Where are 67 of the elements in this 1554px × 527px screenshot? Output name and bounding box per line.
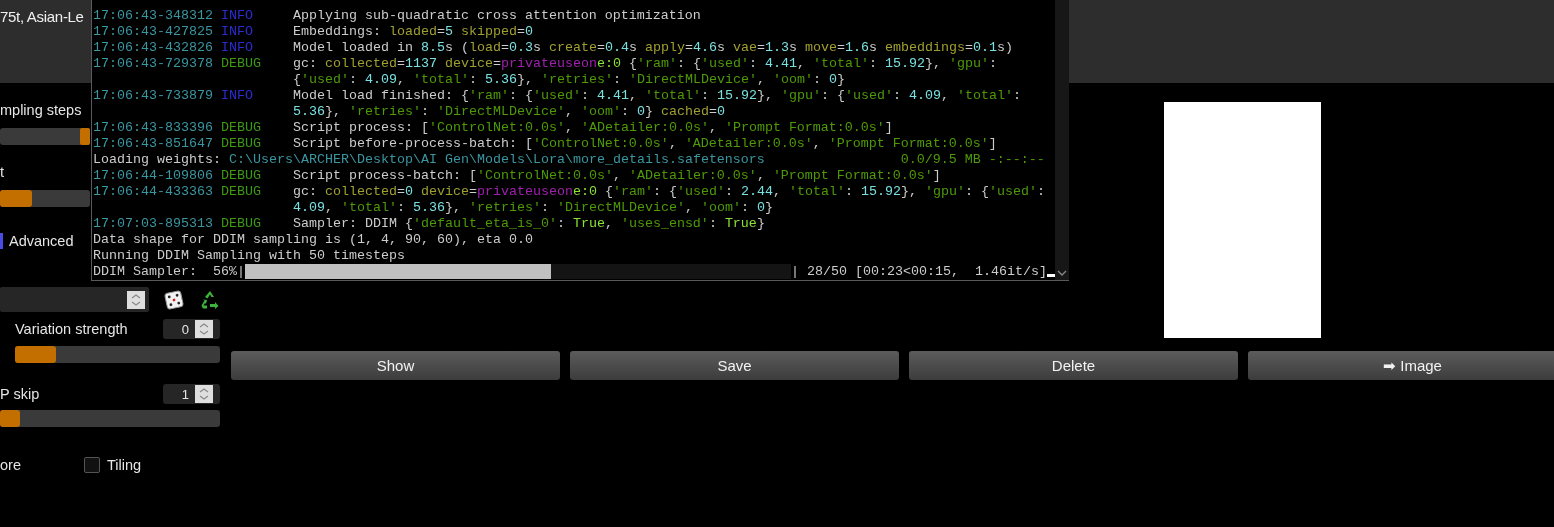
- log-timestamp: 17:06:43-733879: [93, 88, 214, 104]
- progress-label: DDIM Sampler: 56%|: [93, 264, 245, 279]
- slider-thumb[interactable]: [80, 128, 90, 145]
- chevron-down-icon[interactable]: [1057, 270, 1067, 277]
- slider-track[interactable]: [0, 410, 220, 427]
- log-timestamp: 17:06:43-432826: [93, 40, 214, 56]
- log-level: INFO: [220, 24, 254, 40]
- log-level: DEBUG: [220, 56, 262, 72]
- log-message: Embeddings: loaded=5 skipped=0: [292, 24, 533, 39]
- slider-track[interactable]: [0, 128, 90, 145]
- seed-field[interactable]: [0, 287, 149, 312]
- gallery-button[interactable]: ➡ Image: [1248, 351, 1554, 380]
- log-timestamp: 17:06:43-833396: [93, 120, 214, 136]
- spinner-icon[interactable]: [127, 290, 145, 309]
- dice-icon[interactable]: [164, 289, 184, 310]
- log-level: DEBUG: [220, 120, 262, 136]
- log-message: Running DDIM Sampling with 50 timesteps: [93, 248, 405, 263]
- log-message: 5.36}, 'retries': 'DirectMLDevice', 'oom': 0} cached=0: [292, 104, 725, 119]
- checkbox-label: ore: [0, 456, 21, 474]
- number-field[interactable]: 0: [163, 319, 220, 339]
- gallery-button[interactable]: Show: [231, 351, 560, 380]
- log-message: gc: collected=1137 device=privateuseone:0 {'ram': {'used': 4.41, 'total': 15.92}, 'gpu':: [292, 56, 997, 71]
- log-message: gc: collected=0 device=privateuseone:0 {'ram': {'used': 2.44, 'total': 15.92}, 'gpu': {'used':: [292, 184, 1045, 199]
- log-message: Data shape for DDIM sampling is (1, 4, 90, 60), eta 0.0: [93, 232, 533, 247]
- slider-track[interactable]: [0, 190, 90, 207]
- log-message: Applying sub-quadratic cross attention optimization: [292, 8, 701, 23]
- log-level: INFO: [220, 8, 254, 24]
- progress-stats: | 28/50 [00:23<00:15, 1.46it/s]: [790, 264, 1047, 279]
- log-status: 0.0/9.5 MB -:--:--: [900, 152, 1045, 168]
- log-timestamp: 17:07:03-895313: [93, 216, 214, 232]
- log-timestamp: 17:06:44-109806: [93, 168, 214, 184]
- setting-label: mpling steps: [0, 101, 82, 119]
- checkbox[interactable]: [83, 457, 100, 473]
- checkbox-label: Tiling: [106, 456, 142, 474]
- log-timestamp: 17:06:43-348312: [93, 8, 214, 24]
- log-message: {'used': 4.09, 'total': 5.36}, 'retries': 'DirectMLDevice', 'oom': 0}: [292, 72, 845, 87]
- log-level: DEBUG: [220, 136, 262, 152]
- log-timestamp: 17:06:43-729378: [93, 56, 214, 72]
- log-message: Script before-process-batch: ['ControlNet:0.0s', 'ADetailer:0.0s', 'Prompt Format:0.0s']: [292, 136, 997, 151]
- log-message: 4.09, 'total': 5.36}, 'retries': 'DirectMLDevice', 'oom': 0}: [292, 200, 773, 215]
- log-level: INFO: [220, 40, 254, 56]
- log-message: Loading weights: C:\Users\ARCHER\Desktop\AI Gen\Models\Lora\more_details.safetensors: [93, 152, 765, 167]
- setting-label: Variation strength: [15, 320, 128, 338]
- log-message: Sampler: DDIM {'default_eta_is_0': True, 'uses_ensd': True}: [292, 216, 765, 231]
- log-timestamp: 17:06:43-851647: [93, 136, 214, 152]
- log-message: Script process-batch: ['ControlNet:0.0s', 'ADetailer:0.0s', 'Prompt Format:0.0s']: [292, 168, 941, 183]
- setting-label: t: [0, 163, 5, 181]
- prompt-text: 75t, Asian-Le: [0, 8, 84, 25]
- gallery-button[interactable]: Delete: [909, 351, 1238, 380]
- log-message: Model load finished: {'ram': {'used': 4.41, 'total': 15.92}, 'gpu': {'used': 4.09, 'total':: [292, 88, 1021, 103]
- scrollbar[interactable]: [1055, 0, 1069, 280]
- checkbox-label: Advanced: [9, 232, 74, 250]
- setting-label: P skip: [0, 385, 40, 403]
- log-level: DEBUG: [220, 184, 262, 200]
- recycle-icon[interactable]: [200, 289, 220, 310]
- log-timestamp: 17:06:43-427825: [93, 24, 214, 40]
- slider-track[interactable]: [15, 346, 220, 363]
- checkbox[interactable]: [0, 233, 3, 249]
- text-cursor: [1046, 274, 1055, 277]
- log-level: DEBUG: [220, 216, 262, 232]
- log-timestamp: 17:06:44-433363: [93, 184, 214, 200]
- log-message: Model loaded in 8.5s (load=0.3s create=0.4s apply=4.6s vae=1.3s move=1.6s embeddings=0.1s): [292, 40, 1013, 55]
- gallery-button[interactable]: Save: [570, 351, 899, 380]
- log-message: Script process: ['ControlNet:0.0s', 'ADetailer:0.0s', 'Prompt Format:0.0s']: [292, 120, 893, 135]
- log-level: INFO: [220, 88, 254, 104]
- number-field[interactable]: 1: [163, 384, 220, 404]
- log-level: DEBUG: [220, 168, 262, 184]
